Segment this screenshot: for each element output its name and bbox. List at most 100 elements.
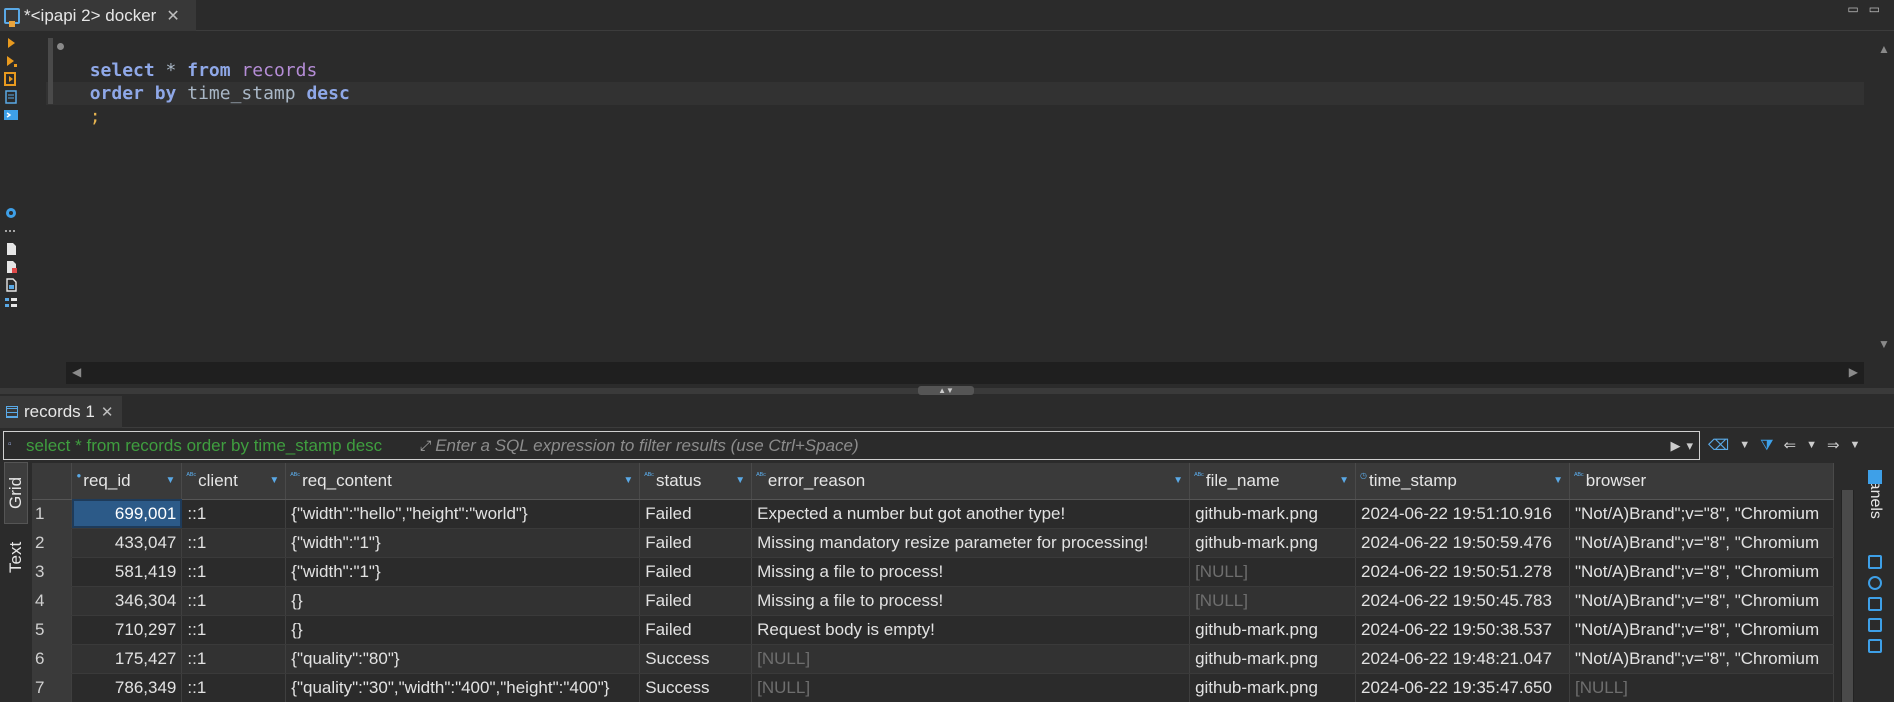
table-cell[interactable]: {} [285,615,641,645]
row-number[interactable]: 2 [32,528,73,558]
table-cell[interactable]: github-mark.png [1189,615,1356,645]
table-cell[interactable]: 786,349 [71,673,183,702]
value-panel-icon[interactable] [1868,555,1882,569]
grid-view-tab[interactable]: Grid [4,462,28,524]
scroll-up-icon[interactable]: ▲ [1878,42,1890,56]
results-grid[interactable]: ● req_id ▼ ᴬᴮᶜ client ▼ ᴬᴮᶜ req_content ▼ ᴬᴮᶜ s… [32,463,1834,702]
splitter-toggle-icon[interactable]: ▲▼ [918,386,974,395]
save-script-icon[interactable] [4,278,18,292]
table-cell[interactable]: 2024-06-22 19:48:21.047 [1355,644,1570,674]
settings-icon[interactable] [4,206,18,220]
editor-horizontal-scrollbar[interactable]: ◀ ▶ [66,362,1864,384]
sort-icon[interactable]: ▼ [1553,475,1563,486]
forward-icon[interactable]: ⇒ [1827,436,1840,454]
grid-vertical-scrollbar[interactable] [1841,490,1854,702]
explain-plan-icon[interactable] [4,90,18,104]
minimize-icon[interactable]: ▭ [1847,2,1858,16]
table-cell[interactable]: Failed [639,528,753,558]
table-cell[interactable]: 2024-06-22 19:51:10.916 [1355,499,1570,529]
table-cell[interactable]: {"quality":"80"} [285,644,641,674]
table-cell[interactable]: {"width":"hello","height":"world"} [285,499,641,529]
table-cell[interactable]: Missing mandatory resize parameter for p… [751,528,1191,558]
close-icon[interactable]: ✕ [166,6,179,26]
table-cell[interactable]: Missing a file to process! [751,557,1191,587]
table-cell[interactable]: 710,297 [71,615,183,645]
row-number[interactable]: 6 [32,644,73,674]
table-row[interactable]: 1 699,001::1 {"width":"hello","height":"wo… [32,499,1834,529]
table-cell[interactable]: github-mark.png [1189,499,1356,529]
table-cell[interactable]: ::1 [181,673,287,702]
sort-icon[interactable]: ▼ [623,475,633,486]
table-cell[interactable]: 2024-06-22 19:50:59.476 [1355,528,1570,558]
execute-statement-icon[interactable] [4,36,18,50]
load-script-icon[interactable] [4,260,18,274]
table-cell[interactable]: Failed [639,615,753,645]
console-icon[interactable] [4,108,18,122]
sort-icon[interactable]: ▼ [269,475,279,486]
references-panel-icon[interactable] [1868,639,1882,653]
table-cell[interactable]: 2024-06-22 19:50:45.783 [1355,586,1570,616]
back-icon[interactable]: ⇐ [1784,436,1797,454]
table-cell[interactable]: 699,001 [71,499,183,529]
table-cell[interactable]: [NULL] [751,644,1191,674]
grouping-panel-icon[interactable] [1868,597,1882,611]
table-cell[interactable]: 581,419 [71,557,183,587]
calc-panel-icon[interactable] [1868,618,1882,632]
table-cell[interactable]: Success [639,673,753,702]
table-row[interactable]: 3 581,419::1 {"width":"1"} Failed Missing a … [32,557,1834,587]
execute-script-icon[interactable] [4,72,18,86]
table-cell[interactable]: [NULL] [1189,557,1356,587]
column-header[interactable]: ◷ time_stamp ▼ [1355,463,1570,500]
table-cell[interactable]: 2024-06-22 19:50:51.278 [1355,557,1570,587]
table-row[interactable]: 4 346,304::1{} Failed Missing a file to pro… [32,586,1834,616]
table-cell[interactable]: "Not/A)Brand";v="8", "Chromium [1569,557,1834,587]
filter-query-text[interactable]: select * from records order by time_stam… [26,436,416,456]
sql-line-2[interactable]: order by time_stamp desc [68,59,350,104]
maximize-icon[interactable]: ▭ [1869,2,1880,16]
table-cell[interactable]: ::1 [181,586,287,616]
table-cell[interactable]: github-mark.png [1189,673,1356,702]
table-cell[interactable]: {"quality":"30","width":"400","height":"… [285,673,641,702]
column-header[interactable]: ᴬᴮᶜ file_name ▼ [1189,463,1356,500]
table-cell[interactable]: ::1 [181,499,287,529]
column-header[interactable]: ᴬᴮᶜ client ▼ [181,463,287,500]
table-cell[interactable]: 2024-06-22 19:35:47.650 [1355,673,1570,702]
text-view-tab[interactable]: Text [4,528,28,586]
sort-icon[interactable]: ▼ [165,475,175,486]
table-cell[interactable]: ::1 [181,557,287,587]
table-cell[interactable]: Failed [639,499,753,529]
sort-icon[interactable]: ▼ [1173,475,1183,486]
sql-line-1[interactable]: select * from records [68,36,318,81]
table-cell[interactable]: Request body is empty! [751,615,1191,645]
table-cell[interactable]: 433,047 [71,528,183,558]
results-filter-bar[interactable]: ▫ select * from records order by time_st… [3,431,1700,460]
table-cell[interactable]: {} [285,586,641,616]
table-row[interactable]: 6 175,427::1 {"quality":"80"} Success [NULL]… [32,644,1834,674]
sql-line-3[interactable]: ; [68,82,101,127]
table-cell[interactable]: {"width":"1"} [285,528,641,558]
table-cell[interactable]: Success [639,644,753,674]
table-cell[interactable]: "Not/A)Brand";v="8", "Chromium [1569,528,1834,558]
sort-icon[interactable]: ▼ [1339,475,1349,486]
table-cell[interactable]: github-mark.png [1189,528,1356,558]
new-script-icon[interactable] [4,242,18,256]
eraser-icon[interactable]: ⌫ [1708,436,1729,454]
scroll-right-icon[interactable]: ▶ [1849,365,1858,379]
row-number[interactable]: 4 [32,586,73,616]
more-icon[interactable] [4,224,18,238]
table-cell[interactable]: ::1 [181,644,287,674]
row-number[interactable]: 3 [32,557,73,587]
table-cell[interactable]: [NULL] [1189,586,1356,616]
column-header[interactable]: ᴬᴮᶜ browser [1569,463,1834,500]
table-cell[interactable]: {"width":"1"} [285,557,641,587]
table-cell[interactable]: "Not/A)Brand";v="8", "Chromium [1569,644,1834,674]
table-cell[interactable]: 175,427 [71,644,183,674]
scroll-left-icon[interactable]: ◀ [72,365,81,379]
execute-in-new-tab-icon[interactable] [4,54,18,68]
outline-icon[interactable] [4,296,18,310]
table-cell[interactable]: "Not/A)Brand";v="8", "Chromium [1569,586,1834,616]
dropdown-icon[interactable]: ▼ [1806,439,1817,451]
table-cell[interactable]: Expected a number but got another type! [751,499,1191,529]
table-cell[interactable]: [NULL] [751,673,1191,702]
table-cell[interactable]: github-mark.png [1189,644,1356,674]
